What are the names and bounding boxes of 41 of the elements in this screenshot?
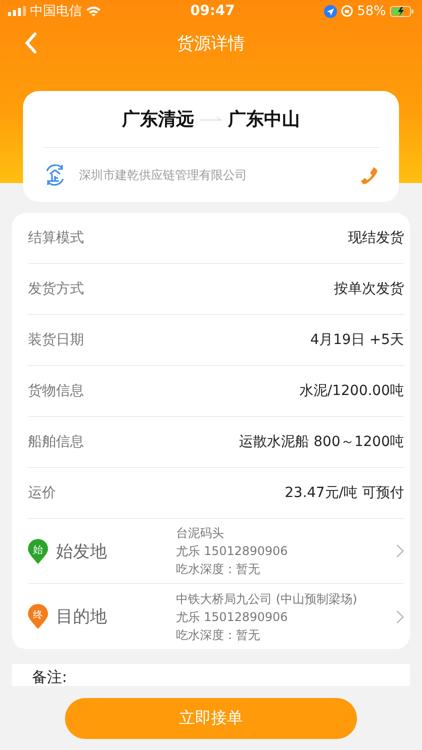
location-icon (324, 4, 338, 18)
contact-info: 尤乐 15012890906 (176, 543, 289, 559)
field-label: 运价 (28, 484, 56, 502)
back-icon[interactable] (24, 32, 38, 54)
field-value: 水泥/1200.00吨 (299, 382, 404, 400)
location-row[interactable]: 终 目的地 中铁大桥局九公司 (中山预制梁场) 尤乐 15012890906 吃水深度：暂无 (28, 584, 404, 649)
field-value: 23.47元/吨 可预付 (284, 484, 404, 502)
contact-info: 尤乐 15012890906 (176, 608, 289, 624)
map-pin-icon: 始 (28, 538, 48, 564)
place-name: 台泥码头 (176, 525, 225, 541)
field-value: 运散水泥船 800～1200吨 (239, 433, 404, 451)
field-label: 发货方式 (28, 280, 84, 298)
page-title: 货源详情 (177, 33, 245, 55)
battery-percent: 58% (357, 4, 386, 18)
map-pin-icon: 终 (28, 604, 48, 629)
remarks-label: 备注: (32, 668, 68, 686)
field-label: 船舶信息 (28, 433, 84, 451)
field-label: 货物信息 (28, 382, 84, 400)
battery-icon (390, 6, 414, 16)
location-row[interactable]: 始 始发地 台泥码头 尤乐 15012890906 吃水深度：暂无 (28, 519, 404, 584)
destination-city: 广东中山 (228, 108, 300, 131)
company-name: 深圳市建乾供应链管理有限公司 (79, 166, 248, 184)
field-value: 4月19日 +5天 (310, 331, 404, 349)
lock-rotation-icon (341, 5, 354, 17)
phone-icon[interactable] (361, 166, 379, 184)
signal-icon (8, 6, 26, 16)
field-value: 按单次发货 (334, 280, 404, 298)
wifi-icon (86, 6, 101, 16)
origin-city: 广东清远 (122, 108, 194, 131)
location-label: 目的地 (56, 606, 108, 628)
chevron-icon (396, 610, 404, 624)
field-label: 结算模式 (28, 229, 84, 247)
field-label: 装货日期 (28, 331, 84, 349)
chevron-icon (396, 544, 404, 558)
location-label: 始发地 (56, 540, 108, 562)
carrier: 中国电信 (30, 3, 82, 20)
clock: 09:47 (190, 3, 235, 19)
draft-depth: 吃水深度：暂无 (176, 626, 261, 642)
draft-depth: 吃水深度：暂无 (176, 561, 261, 577)
place-name: 中铁大桥局九公司 (中山预制梁场) (176, 590, 358, 606)
field-value: 现结发货 (348, 229, 404, 247)
